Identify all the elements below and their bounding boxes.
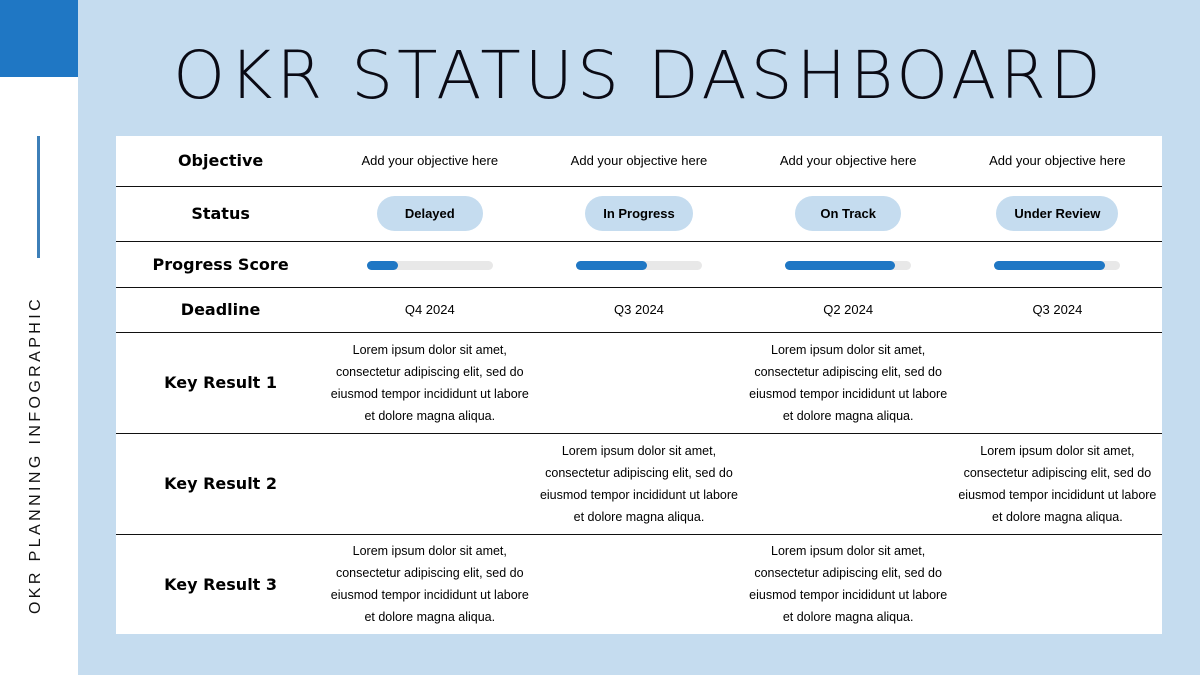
objective-text: Add your objective here <box>361 153 499 169</box>
sidebar: OKR PLANNING INFOGRAPHIC <box>0 0 78 675</box>
objective-text: Add your objective here <box>989 153 1126 169</box>
status-badge: On Track <box>795 196 902 231</box>
key-result-cell <box>952 533 1162 634</box>
progress-cell <box>325 240 535 287</box>
page-title: OKR STATUS DASHBOARD <box>173 37 1105 114</box>
status-cell: On Track <box>743 185 953 241</box>
objective-cell: Add your objective here <box>325 136 534 186</box>
deadline-cell: Q2 2024 <box>743 286 953 332</box>
key-result-text: Lorem ipsum dolor sit amet, consectetur … <box>749 544 948 625</box>
deadline-cell: Q3 2024 <box>952 286 1162 332</box>
deadline-text: Q4 2024 <box>404 302 455 317</box>
row-label: Key Result 3 <box>116 533 326 634</box>
row-kr1: Key Result 1 Lorem ipsum dolor sit amet, … <box>116 331 1162 433</box>
progress-cell <box>743 240 953 287</box>
key-result-cell: Lorem ipsum dolor sit amet, consectetur … <box>743 533 953 634</box>
status-badge: Delayed <box>376 196 483 231</box>
key-result-cell <box>534 331 744 433</box>
progress-cell <box>952 240 1162 287</box>
key-result-cell: Lorem ipsum dolor sit amet, consectetur … <box>325 331 535 433</box>
key-result-cell <box>325 432 535 534</box>
key-result-cell: Lorem ipsum dolor sit amet, consectetur … <box>743 331 953 433</box>
status-badge: Under Review <box>996 196 1119 231</box>
deadline-text: Q2 2024 <box>823 302 874 317</box>
objective-cell: Add your objective here <box>744 136 953 186</box>
key-result-cell <box>743 432 953 534</box>
key-result-text: Lorem ipsum dolor sit amet, consectetur … <box>539 443 738 524</box>
progress-fill <box>366 260 399 270</box>
key-result-cell <box>534 533 744 634</box>
deadline-text: Q3 2024 <box>614 302 664 317</box>
status-cell: Under Review <box>952 185 1162 241</box>
progress-cell <box>534 240 744 287</box>
row-label: Objective <box>177 151 264 171</box>
key-result-text: Lorem ipsum dolor sit amet, consectetur … <box>958 443 1157 524</box>
key-result-cell <box>952 331 1162 433</box>
key-result-text: Lorem ipsum dolor sit amet, consectetur … <box>330 544 529 625</box>
progress-bar <box>994 260 1121 270</box>
status-cell: Delayed <box>325 185 535 241</box>
row-label: Status <box>116 185 326 241</box>
row-kr3: Key Result 3 Lorem ipsum dolor sit amet, … <box>116 533 1162 634</box>
row-status: Status Delayed In Progress On Track Under Re… <box>116 185 1162 241</box>
key-result-cell: Lorem ipsum dolor sit amet, consectetur … <box>534 432 744 534</box>
progress-bar <box>366 260 493 270</box>
row-objective: Objective Add your objective here Add your… <box>116 136 1162 186</box>
progress-bar <box>575 260 702 270</box>
deadline-text: Q3 2024 <box>1032 302 1083 317</box>
objective-text: Add your objective here <box>779 153 917 169</box>
key-result-cell: Lorem ipsum dolor sit amet, consectetur … <box>325 533 535 634</box>
sidebar-label: OKR PLANNING INFOGRAPHIC <box>27 295 44 615</box>
status-badge: In Progress <box>585 196 693 231</box>
progress-fill <box>575 260 647 270</box>
key-result-text: Lorem ipsum dolor sit amet, consectetur … <box>749 342 948 423</box>
objective-text: Add your objective here <box>570 153 708 169</box>
sidebar-divider <box>37 136 40 258</box>
row-kr2: Key Result 2 Lorem ipsum dolor sit amet, … <box>116 432 1162 534</box>
row-progress: Progress Score <box>116 240 1162 287</box>
deadline-cell: Q4 2024 <box>325 286 535 332</box>
row-label: Key Result 1 <box>116 331 326 433</box>
row-label: Progress Score <box>116 240 326 287</box>
row-label: Deadline <box>116 286 326 332</box>
accent-block <box>0 0 78 77</box>
deadline-cell: Q3 2024 <box>534 286 744 332</box>
okr-table: Objective Add your objective here Add your… <box>116 136 1162 634</box>
progress-bar <box>785 260 912 270</box>
objective-cell: Add your objective here <box>534 136 743 186</box>
progress-fill <box>785 260 895 270</box>
key-result-cell: Lorem ipsum dolor sit amet, consectetur … <box>952 432 1162 534</box>
row-deadline: Deadline Q4 2024 Q3 2024 Q2 2024 Q3 2024 <box>116 286 1162 332</box>
key-result-text: Lorem ipsum dolor sit amet, consectetur … <box>330 342 529 423</box>
objective-cell: Add your objective here <box>953 136 1162 186</box>
row-label: Key Result 2 <box>116 432 326 534</box>
progress-fill <box>994 260 1106 270</box>
status-cell: In Progress <box>534 185 744 241</box>
